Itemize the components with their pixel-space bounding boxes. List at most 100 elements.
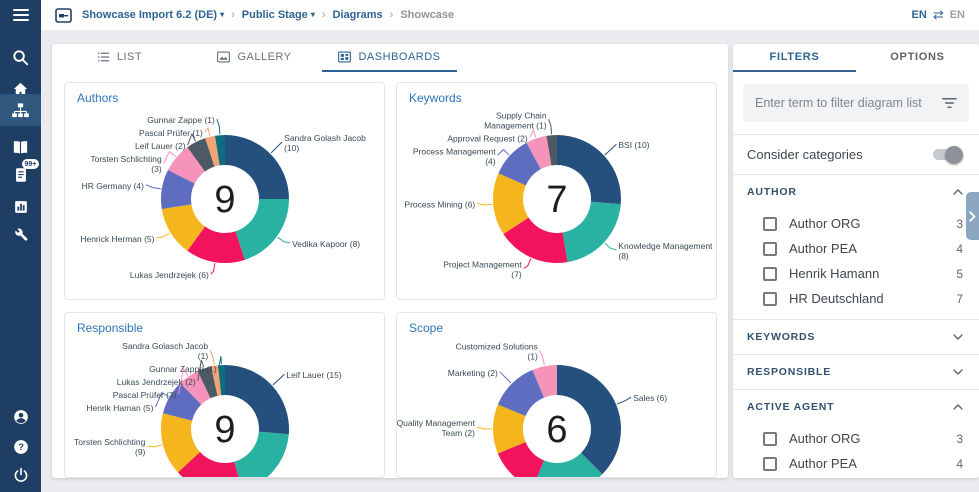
slice-label: Torsten Schlichting (3) bbox=[90, 154, 162, 174]
label-leader-line bbox=[497, 148, 510, 156]
label-leader-line bbox=[499, 371, 512, 384]
diagram-type-icon bbox=[55, 7, 72, 23]
tab-dashboards[interactable]: DASHBOARDS bbox=[322, 44, 457, 72]
slice-label: Sandra Golasch Jacob (1) bbox=[122, 341, 208, 361]
top-bar-main: Showcase Import 6.2 (DE) ▾ › Public Stage ▾ ›… bbox=[41, 0, 979, 30]
hamburger-menu-button[interactable] bbox=[0, 0, 41, 30]
slice-label: Gunnar Zappe (1) bbox=[147, 115, 215, 125]
breadcrumb-separator: › bbox=[389, 9, 394, 21]
sidebar-item-help[interactable]: ? bbox=[0, 432, 41, 462]
chart-title: Keywords bbox=[409, 91, 462, 105]
chart-card-keywords: Keywords BSI (10) Knowledge Management (8) P… bbox=[396, 82, 717, 300]
toggle-knob bbox=[945, 145, 963, 164]
section-title: AUTHOR bbox=[747, 186, 797, 198]
tab-list[interactable]: LIST bbox=[52, 44, 187, 72]
filters-panel: FILTERSOPTIONS Consider categories AUTHO… bbox=[733, 44, 979, 478]
label-leader-line bbox=[210, 263, 216, 275]
search-icon bbox=[11, 47, 31, 67]
breadcrumb: Showcase Import 6.2 (DE) ▾ › Public Stage ▾ ›… bbox=[82, 9, 902, 21]
section-header[interactable]: AUTHOR bbox=[733, 175, 979, 209]
filter-section-responsible: RESPONSIBLE bbox=[733, 354, 979, 389]
chart-title: Authors bbox=[77, 91, 119, 105]
donut-chart: BSI (10) Knowledge Management (8) Project M… bbox=[404, 110, 713, 279]
main-panel: LIST GALLERY DASHBOARDS Authors Sandra Gola… bbox=[52, 44, 728, 478]
section-header[interactable]: RESPONSIBLE bbox=[733, 355, 979, 389]
filter-item-count: 4 bbox=[956, 456, 963, 471]
diagrams-tree-icon bbox=[11, 100, 31, 120]
tasks-list-icon: 99+ bbox=[11, 159, 40, 185]
sidebar-item-administration-wrench[interactable] bbox=[0, 220, 41, 250]
label-leader-line bbox=[156, 232, 170, 239]
language-switch: EN ⇄ EN bbox=[912, 7, 965, 23]
section-header[interactable]: KEYWORDS bbox=[733, 320, 979, 354]
section-title: RESPONSIBLE bbox=[747, 366, 832, 378]
checkbox[interactable] bbox=[763, 431, 777, 446]
donut-slice[interactable] bbox=[235, 199, 289, 260]
language-secondary[interactable]: EN bbox=[950, 9, 965, 21]
sidebar: 99+? bbox=[0, 30, 41, 492]
donut-center-value: 7 bbox=[546, 179, 567, 221]
administration-wrench-icon bbox=[11, 225, 31, 245]
sidebar-item-tasks-list[interactable]: 99+ bbox=[0, 159, 41, 190]
filter-item-count: 5 bbox=[956, 266, 963, 281]
catalog-book-icon bbox=[11, 137, 31, 157]
slice-label: Knowledge Management (8) bbox=[618, 241, 713, 261]
sidebar-item-logout-power[interactable] bbox=[0, 460, 41, 490]
label-leader-line bbox=[529, 128, 537, 138]
consider-categories-toggle[interactable] bbox=[933, 145, 963, 164]
sidebar-item-diagrams-tree[interactable] bbox=[0, 94, 41, 126]
breadcrumb-item[interactable]: Showcase Import 6.2 (DE) ▾ bbox=[82, 9, 224, 21]
panel-expand-handle[interactable] bbox=[966, 192, 979, 240]
label-leader-line bbox=[277, 236, 291, 244]
tab-gallery[interactable]: GALLERY bbox=[187, 44, 322, 72]
breadcrumb-item[interactable]: Diagrams bbox=[333, 9, 383, 21]
filter-item: Author PEA 4 bbox=[733, 236, 979, 261]
checkbox[interactable] bbox=[763, 456, 777, 471]
checkbox[interactable] bbox=[763, 241, 777, 256]
tab-label: DASHBOARDS bbox=[358, 51, 441, 63]
filter-item: Henrik Hamann 5 bbox=[733, 261, 979, 286]
breadcrumb-item[interactable]: Public Stage ▾ bbox=[242, 9, 315, 21]
sidebar-item-catalog-book[interactable] bbox=[0, 132, 41, 162]
label-leader-line bbox=[272, 373, 285, 386]
sidebar-item-search[interactable] bbox=[0, 42, 41, 72]
donut-chart: Sandra Golash Jacob (10) Vedika Kapoor (8)… bbox=[80, 115, 366, 280]
sidebar-item-reports-chart[interactable] bbox=[0, 192, 41, 222]
language-primary[interactable]: EN bbox=[912, 9, 927, 21]
main-tab-bar: LIST GALLERY DASHBOARDS bbox=[52, 44, 728, 72]
checkbox[interactable] bbox=[763, 216, 777, 231]
swap-language-icon[interactable]: ⇄ bbox=[933, 7, 944, 23]
chevron-up-icon bbox=[953, 186, 963, 198]
gallery-icon bbox=[217, 51, 231, 63]
tab-label: LIST bbox=[116, 51, 143, 63]
filter-list-icon[interactable] bbox=[942, 97, 957, 109]
donut-slice[interactable] bbox=[234, 431, 289, 478]
tab-filters[interactable]: FILTERS bbox=[733, 44, 856, 72]
sidebar-item-user-account[interactable] bbox=[0, 402, 41, 432]
breadcrumb-separator: › bbox=[321, 9, 326, 21]
filters-panel-tab-bar: FILTERS OPTIONS bbox=[733, 44, 979, 72]
reports-chart-icon bbox=[11, 197, 31, 217]
label-leader-line bbox=[204, 126, 211, 136]
filter-item: Author ORG 3 bbox=[733, 426, 979, 451]
chart-card-authors: Authors Sandra Golash Jacob (10) Vedika Kap… bbox=[64, 82, 385, 300]
hamburger-bar bbox=[12, 19, 29, 21]
chart-card-scope: Scope Sales (6) Quality Management Team (2)… bbox=[396, 312, 717, 478]
section-header[interactable]: ACTIVE AGENT bbox=[733, 390, 979, 424]
chevron-down-icon bbox=[953, 331, 963, 343]
checkbox[interactable] bbox=[763, 266, 777, 281]
filter-search-input[interactable] bbox=[755, 96, 934, 110]
slice-label: Process Management (4) bbox=[413, 146, 496, 166]
svg-text:?: ? bbox=[18, 442, 24, 453]
slice-label: Pascal Prüfer (3) bbox=[113, 390, 177, 400]
chevron-up-icon bbox=[953, 401, 963, 413]
slice-label: Leif Lauer (15) bbox=[286, 370, 341, 380]
label-leader-line bbox=[477, 202, 493, 206]
slice-label: Lukas Jendrzejek (2) bbox=[117, 377, 196, 387]
tab-options[interactable]: OPTIONS bbox=[856, 44, 979, 72]
checkbox[interactable] bbox=[763, 291, 777, 306]
slice-label: Torsten Schlichting (9) bbox=[74, 437, 146, 457]
chart-title: Scope bbox=[409, 321, 444, 335]
donut-slice[interactable] bbox=[562, 201, 621, 263]
slice-label: Gunnar Zappe (1) bbox=[149, 364, 217, 374]
